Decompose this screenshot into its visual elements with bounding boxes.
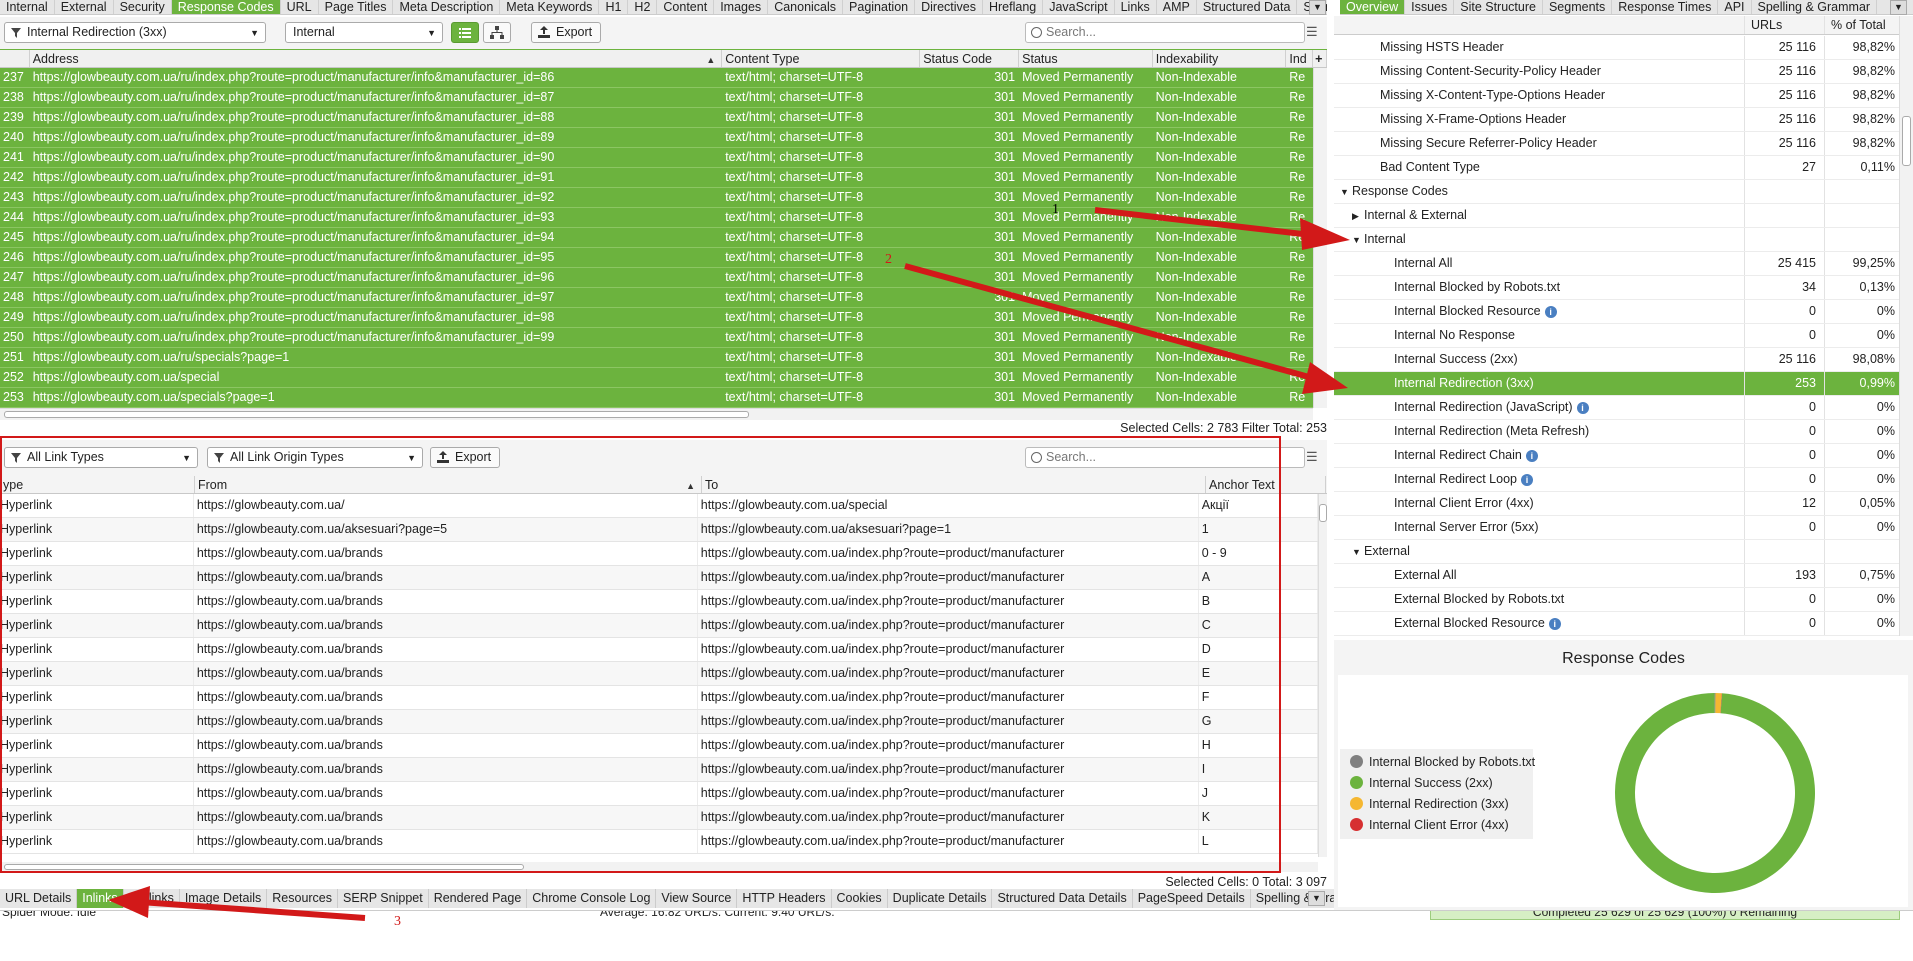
- annotation-arrowhead-3: [108, 886, 150, 918]
- annotation-arrowhead-1: [1300, 218, 1350, 250]
- annotation-arrow-2: [904, 263, 1321, 383]
- annotation-arrow-3: [139, 899, 366, 921]
- annotation-label-3: 3: [394, 914, 401, 929]
- annotation-arrowhead-2: [1302, 362, 1348, 394]
- annotation-arrows: [108, 207, 1350, 921]
- annotation-arrow-1: [1094, 207, 1321, 239]
- annotation-label-2: 2: [885, 252, 892, 267]
- annotation-label-1: 1: [1052, 202, 1059, 217]
